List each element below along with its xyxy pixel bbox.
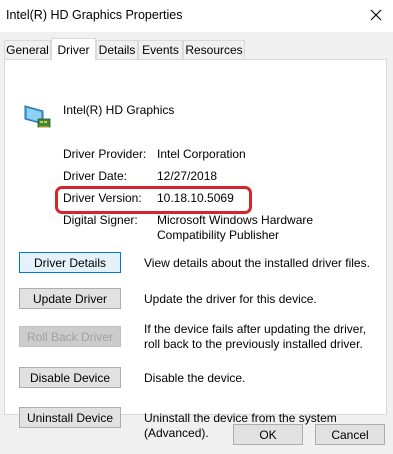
driver-date-value: 12/27/2018 xyxy=(157,169,218,183)
display-adapter-icon xyxy=(24,105,51,128)
driver-details-button[interactable]: Driver Details xyxy=(19,252,121,273)
window-title: Intel(R) HD Graphics Properties xyxy=(6,8,183,22)
close-button[interactable] xyxy=(365,4,387,26)
disable-device-button[interactable]: Disable Device xyxy=(19,367,121,388)
dialog-body: General Driver Details Events Resources … xyxy=(0,32,393,454)
digital-signer-label: Digital Signer: xyxy=(63,213,138,227)
tab-events[interactable]: Events xyxy=(138,40,183,59)
tab-details[interactable]: Details xyxy=(96,40,138,59)
cancel-button[interactable]: Cancel xyxy=(315,424,385,445)
device-name: Intel(R) HD Graphics xyxy=(63,103,175,117)
driver-provider-value: Intel Corporation xyxy=(157,147,246,161)
close-icon xyxy=(370,9,382,21)
tab-general[interactable]: General xyxy=(4,40,51,59)
title-bar: Intel(R) HD Graphics Properties xyxy=(0,0,393,32)
tab-driver[interactable]: Driver xyxy=(51,38,96,61)
uninstall-device-button[interactable]: Uninstall Device xyxy=(19,407,121,428)
driver-date-label: Driver Date: xyxy=(63,169,128,183)
roll-back-driver-description: If the device fails after updating the d… xyxy=(144,322,367,351)
update-driver-button[interactable]: Update Driver xyxy=(19,288,121,309)
update-driver-description: Update the driver for this device. xyxy=(144,292,317,306)
driver-tab-panel: Intel(R) HD Graphics Driver Provider: In… xyxy=(4,59,387,440)
ok-button[interactable]: OK xyxy=(233,424,303,445)
disable-device-description: Disable the device. xyxy=(144,371,246,385)
roll-back-driver-button[interactable]: Roll Back Driver xyxy=(19,326,121,347)
driver-details-description: View details about the installed driver … xyxy=(144,256,370,270)
tab-resources[interactable]: Resources xyxy=(183,40,245,59)
driver-provider-label: Driver Provider: xyxy=(63,147,147,161)
digital-signer-value: Microsoft Windows Hardware Compatibility… xyxy=(157,213,314,242)
driver-version-highlight xyxy=(55,186,252,214)
